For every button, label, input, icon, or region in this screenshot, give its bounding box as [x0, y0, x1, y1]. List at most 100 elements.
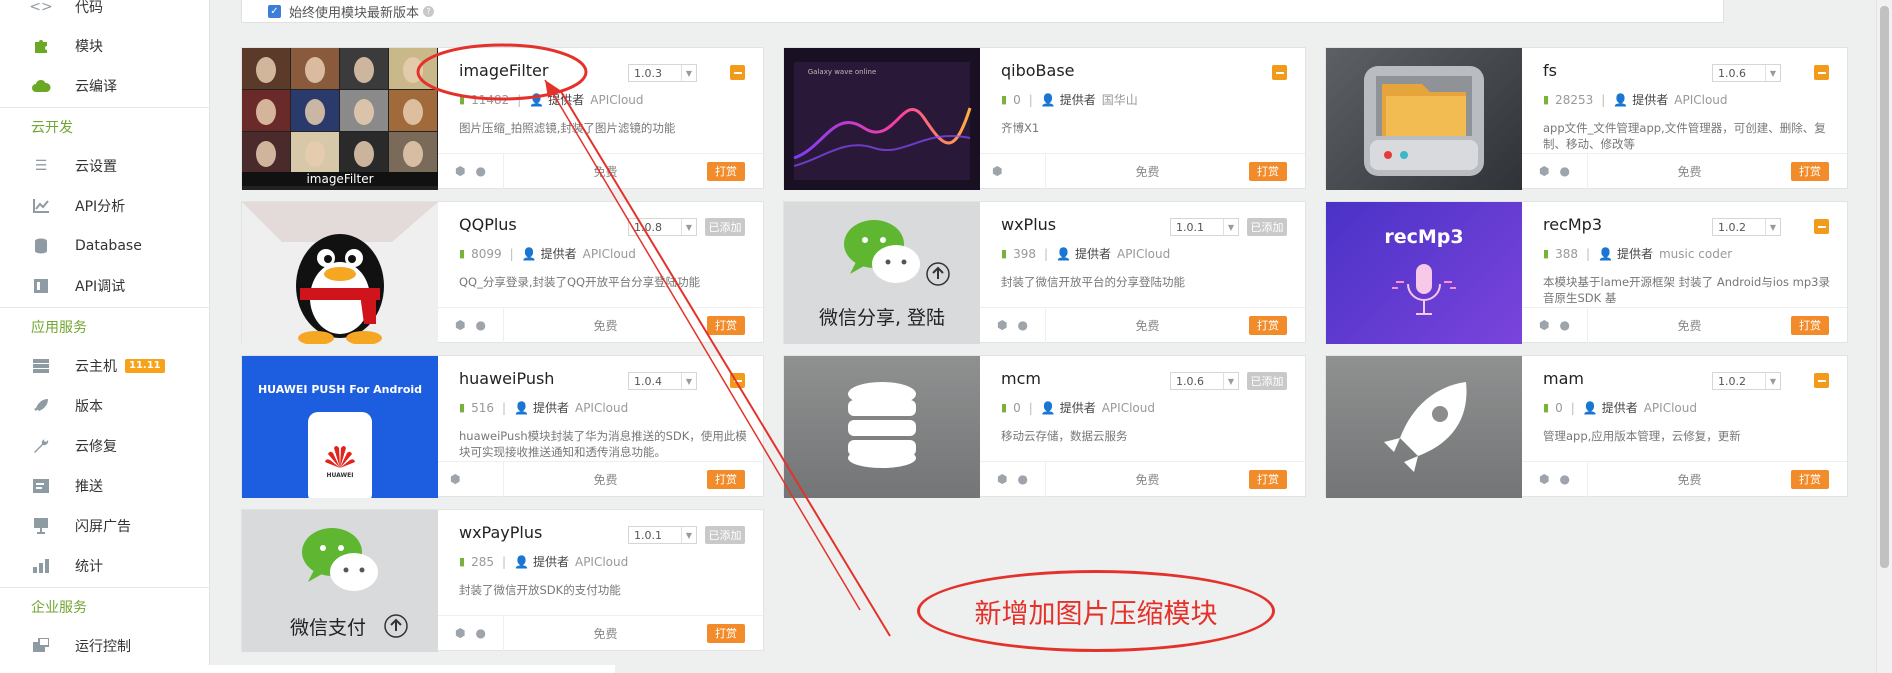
tip-button[interactable]: 打赏: [707, 161, 745, 181]
module-name[interactable]: huaweiPush: [459, 369, 554, 388]
sidebar-item-code[interactable]: <> 代码: [0, 0, 209, 27]
control-icon: [31, 636, 51, 656]
sidebar-item-api-analytics[interactable]: API分析: [0, 186, 209, 226]
sidebar-item-label: 闪屏广告: [75, 519, 131, 535]
tip-button[interactable]: 打赏: [1791, 469, 1829, 489]
database-icon: [31, 236, 51, 256]
tip-button[interactable]: 打赏: [1791, 315, 1829, 335]
module-card[interactable]: fs 1.0.6 ▼ ▮ 28253 | 👤 提供者 APICloud app文件…: [1325, 47, 1848, 190]
chevron-down-icon: ▼: [1765, 65, 1780, 81]
version-select[interactable]: 1.0.1 ▼: [628, 526, 697, 544]
sidebar-item-database[interactable]: Database: [0, 226, 209, 266]
sidebar-item-label: Database: [75, 238, 142, 254]
sidebar-item-api-debug[interactable]: API调试: [0, 266, 209, 306]
module-name[interactable]: wxPlus: [1001, 215, 1056, 234]
remove-module-button[interactable]: [1814, 373, 1829, 388]
module-card[interactable]: recMp3 recMp3 1.0.2 ▼ ▮ 388 | 👤 提供者 music…: [1325, 201, 1848, 344]
provider-label: 提供者: [1632, 93, 1669, 107]
provider-icon: 👤: [1613, 92, 1629, 107]
push-icon: [31, 476, 51, 496]
module-name[interactable]: recMp3: [1543, 215, 1602, 234]
module-name[interactable]: mam: [1543, 369, 1584, 388]
platforms: ⬢ ●: [980, 307, 1046, 343]
horizontal-scroll-area: [0, 665, 615, 673]
remove-module-button[interactable]: [730, 65, 745, 80]
module-card[interactable]: mcm 1.0.6 ▼ 已添加 ▮ 0 | 👤 提供者 APICloud 移动云存…: [783, 355, 1306, 498]
version-select[interactable]: 1.0.3 ▼: [628, 64, 697, 82]
module-description: 图片压缩_拍照滤镜,封装了图片滤镜的功能: [459, 121, 676, 135]
version-select[interactable]: 1.0.6 ▼: [1170, 372, 1239, 390]
module-card[interactable]: mam 1.0.2 ▼ ▮ 0 | 👤 提供者 APICloud 管理app,应用…: [1325, 355, 1848, 498]
sidebar-item-version[interactable]: 版本: [0, 386, 209, 426]
price-label: 免费: [593, 318, 618, 333]
module-card[interactable]: QQPlus 1.0.8 ▼ 已添加 ▮ 8099 | 👤 提供者 APIClou…: [241, 201, 764, 344]
version-select[interactable]: 1.0.6 ▼: [1712, 64, 1781, 82]
bars-icon: [31, 556, 51, 576]
version-select[interactable]: 1.0.8 ▼: [628, 218, 697, 236]
code-icon: <>: [29, 0, 53, 15]
card-footer: ⬢ ● 免费 打赏: [438, 615, 763, 651]
provider-icon: 👤: [1598, 246, 1613, 261]
tip-button[interactable]: 打赏: [707, 623, 745, 643]
version-select[interactable]: 1.0.2 ▼: [1712, 372, 1781, 390]
provider-icon: 👤: [521, 246, 537, 261]
chart-icon: [31, 196, 51, 216]
sidebar-item-label: 云编译: [75, 79, 117, 95]
debug-icon: [31, 276, 51, 296]
module-name[interactable]: fs: [1543, 61, 1557, 80]
help-icon[interactable]: ?: [423, 5, 435, 17]
remove-module-button[interactable]: [730, 373, 745, 388]
platforms: ⬢ ●: [980, 461, 1046, 497]
module-card[interactable]: imageFilter imageFilter 1.0.3 ▼ ▮ 11482 |…: [241, 47, 764, 190]
tip-button[interactable]: 打赏: [1249, 469, 1287, 489]
provider-name: APICloud: [590, 92, 644, 107]
module-description: 本模块基于lame开源框架 封装了 Android与ios mp3录音原生SDK…: [1543, 275, 1830, 305]
sidebar-item-cloud-settings[interactable]: ☰ 云设置: [0, 146, 209, 186]
module-name[interactable]: imageFilter: [459, 61, 548, 80]
module-card[interactable]: 微信支付 wxPayPlus 1.0.1 ▼ 已添加 ▮ 285 | 👤 提供者 …: [241, 509, 764, 652]
provider-icon: 👤: [529, 92, 545, 107]
portrait-face: [256, 99, 276, 125]
sidebar-item-cloud-fix[interactable]: 云修复: [0, 426, 209, 466]
module-name[interactable]: wxPayPlus: [459, 523, 542, 542]
sidebar-item-splash-ad[interactable]: 闪屏广告: [0, 506, 209, 546]
remove-module-button[interactable]: [1272, 65, 1287, 80]
tip-button[interactable]: 打赏: [707, 469, 745, 489]
sidebar-item-modules[interactable]: 模块: [0, 26, 209, 66]
tip-button[interactable]: 打赏: [1791, 161, 1829, 181]
sidebar-item-cloud-compile[interactable]: 云编译: [0, 66, 209, 106]
module-name[interactable]: QQPlus: [459, 215, 517, 234]
tip-button[interactable]: 打赏: [707, 315, 745, 335]
version-select[interactable]: 1.0.4 ▼: [628, 372, 697, 390]
module-meta: ▮ 285 | 👤 提供者 APICloud: [459, 553, 628, 570]
sidebar-item-run-control[interactable]: 运行控制: [0, 626, 209, 666]
module-meta: ▮ 8099 | 👤 提供者 APICloud: [459, 245, 636, 262]
module-name[interactable]: qiboBase: [1001, 61, 1075, 80]
remove-module-button[interactable]: [1814, 219, 1829, 234]
module-card[interactable]: HUAWEI PUSH For Android HUAWEI huaweiPus…: [241, 355, 764, 498]
apple-icon: ●: [1017, 472, 1028, 486]
sidebar-item-cloud-host[interactable]: 云主机 11.11: [0, 346, 209, 386]
portrait-face: [403, 99, 423, 125]
version-value: 1.0.2: [1718, 220, 1746, 234]
remove-module-button[interactable]: [1814, 65, 1829, 80]
scrollbar-thumb[interactable]: [1880, 6, 1889, 568]
module-card[interactable]: 微信分享, 登陆 wxPlus 1.0.1 ▼ 已添加 ▮ 398 | 👤 提供者…: [783, 201, 1306, 344]
latest-version-checkbox[interactable]: ✓: [268, 4, 281, 18]
sidebar-item-push[interactable]: 推送: [0, 466, 209, 506]
module-thumbnail: Galaxy wave online: [784, 48, 980, 190]
tip-button[interactable]: 打赏: [1249, 161, 1287, 181]
vertical-scrollbar[interactable]: [1876, 0, 1892, 673]
sidebar-item-stats[interactable]: 统计: [0, 546, 209, 586]
android-icon: ⬢: [455, 318, 466, 332]
module-card[interactable]: Galaxy wave online qiboBase ▮ 0 | 👤 提供者 …: [783, 47, 1306, 190]
download-icon: ▮: [459, 93, 466, 106]
version-select[interactable]: 1.0.1 ▼: [1170, 218, 1239, 236]
version-select[interactable]: 1.0.2 ▼: [1712, 218, 1781, 236]
tip-button[interactable]: 打赏: [1249, 315, 1287, 335]
module-name[interactable]: mcm: [1001, 369, 1041, 388]
download-icon: ▮: [459, 401, 466, 414]
download-count: 11482: [471, 92, 510, 107]
module-meta: ▮ 516 | 👤 提供者 APICloud: [459, 399, 628, 416]
module-meta: ▮ 0 | 👤 提供者 APICloud: [1543, 399, 1697, 416]
